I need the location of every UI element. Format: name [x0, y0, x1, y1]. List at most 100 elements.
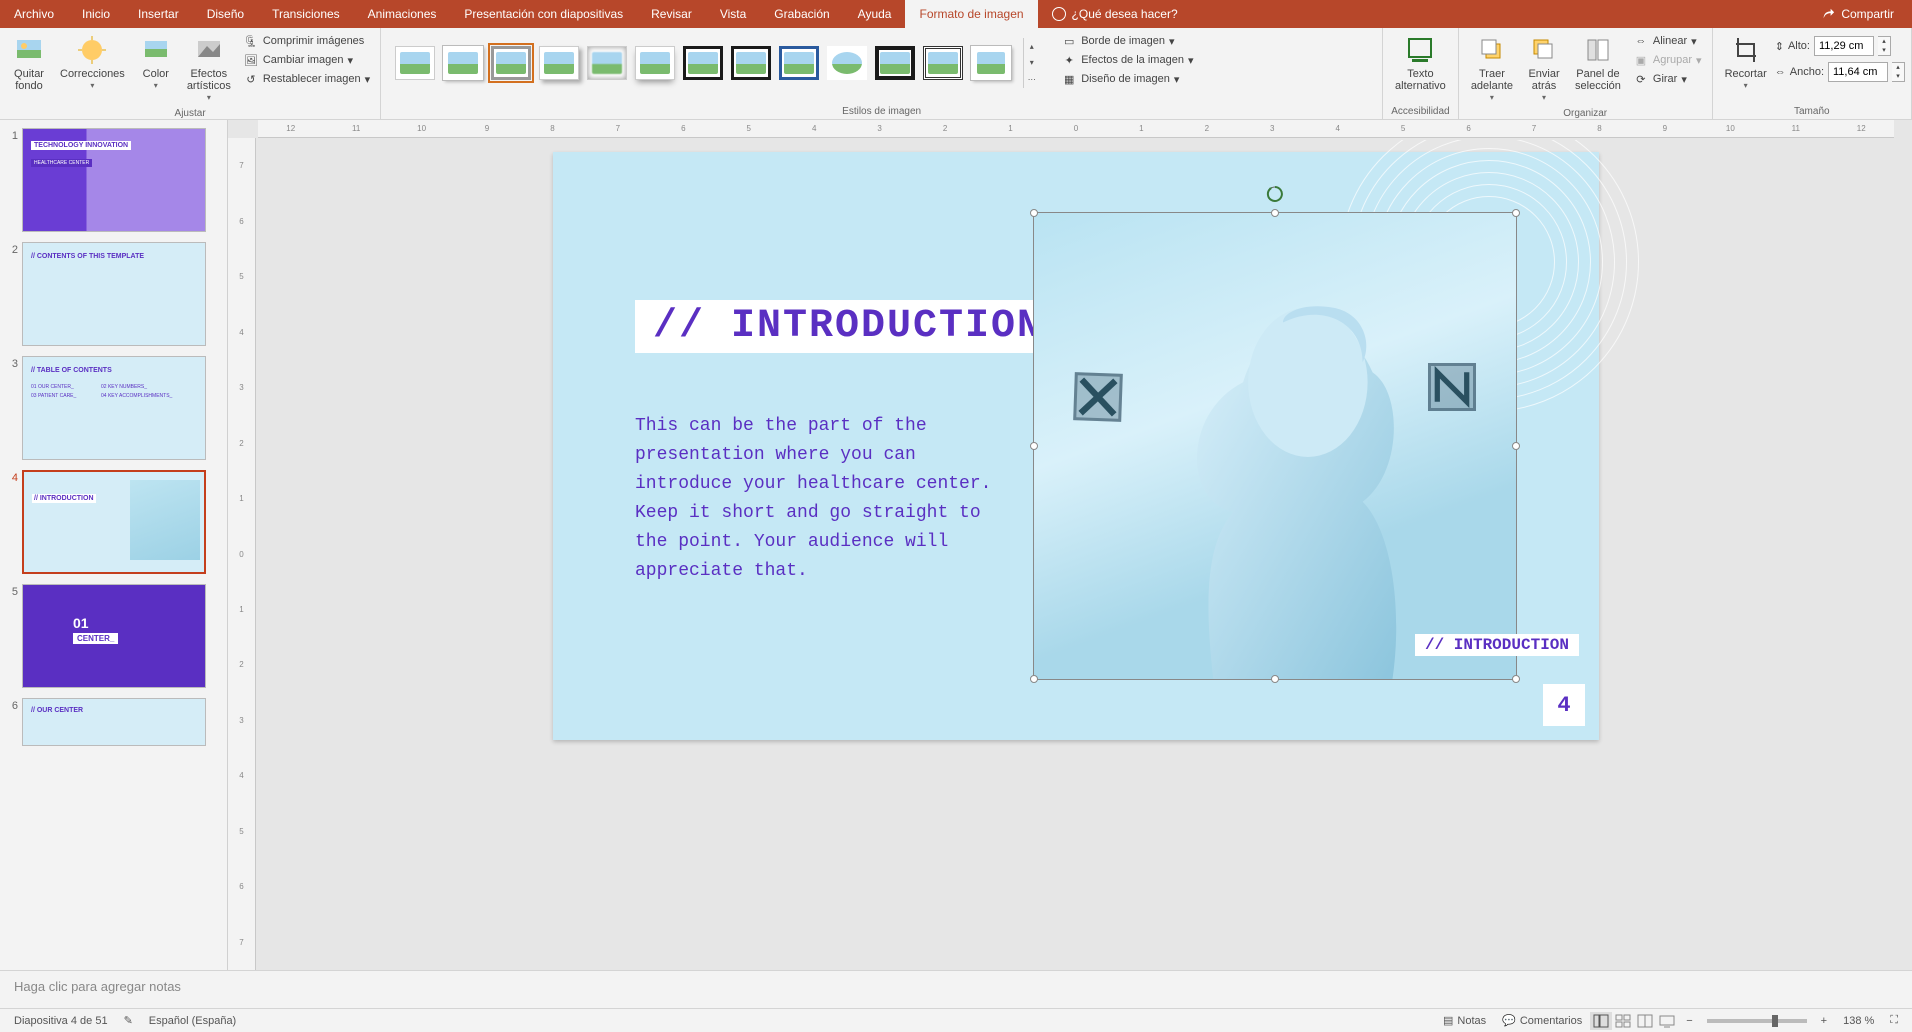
view-sorter[interactable]	[1612, 1012, 1634, 1030]
fit-to-window[interactable]: ⛶	[1882, 1014, 1906, 1027]
tab-transitions[interactable]: Transiciones	[258, 0, 354, 28]
crop-button[interactable]: Recortar▾	[1719, 32, 1773, 94]
slide-thumb-5[interactable]: 5 01 CENTER_	[4, 584, 223, 688]
handle-s[interactable]	[1271, 675, 1279, 683]
notes-toggle[interactable]: ▤Notas	[1435, 1014, 1494, 1027]
slide-thumb-4[interactable]: 4 // INTRODUCTION	[4, 470, 223, 574]
style-thumb-2[interactable]	[443, 46, 483, 80]
handle-n[interactable]	[1271, 209, 1279, 217]
slide-title[interactable]: // INTRODUCTION	[635, 300, 1061, 353]
slide-body-text[interactable]: This can be the part of the presentation…	[635, 412, 1015, 586]
bring-forward-button[interactable]: Traeradelante▾	[1465, 32, 1519, 106]
effects-icon: ✦	[1061, 52, 1077, 68]
height-spin-up[interactable]: ▴	[1878, 37, 1890, 46]
alt-text-button[interactable]: Texto alternativo	[1389, 32, 1452, 94]
handle-e[interactable]	[1512, 442, 1520, 450]
workspace: 1 TECHNOLOGY INNOVATION HEALTHCARE CENTE…	[0, 120, 1912, 970]
tab-animations[interactable]: Animaciones	[354, 0, 451, 28]
align-button[interactable]: ⇔Alinear▾	[1629, 32, 1706, 50]
picture-effects-button[interactable]: ✦Efectos de la imagen▾	[1057, 51, 1197, 69]
artistic-effects-button[interactable]: Efectos artísticos▾	[181, 32, 237, 106]
width-input[interactable]	[1828, 62, 1888, 82]
tab-recording[interactable]: Grabación	[760, 0, 843, 28]
style-thumb-5[interactable]	[587, 46, 627, 80]
view-reading[interactable]	[1634, 1012, 1656, 1030]
tab-insert[interactable]: Insertar	[124, 0, 193, 28]
zoom-slider[interactable]	[1707, 1019, 1807, 1023]
handle-w[interactable]	[1030, 442, 1038, 450]
picture-border-button[interactable]: ▭Borde de imagen▾	[1057, 32, 1197, 50]
zoom-value[interactable]: 138 %	[1835, 1015, 1882, 1027]
share-icon	[1821, 7, 1835, 21]
width-spin-down[interactable]: ▾	[1892, 72, 1904, 81]
notes-pane[interactable]: Haga clic para agregar notas	[0, 970, 1912, 1008]
style-thumb-7[interactable]	[683, 46, 723, 80]
zoom-out[interactable]: −	[1678, 1015, 1700, 1027]
width-spin-up[interactable]: ▴	[1892, 63, 1904, 72]
handle-sw[interactable]	[1030, 675, 1038, 683]
handle-ne[interactable]	[1512, 209, 1520, 217]
send-backward-icon	[1528, 34, 1560, 66]
tab-picture-format[interactable]: Formato de imagen	[905, 0, 1037, 28]
tab-view[interactable]: Vista	[706, 0, 760, 28]
remove-background-button[interactable]: Quitar fondo	[6, 32, 52, 94]
tab-help[interactable]: Ayuda	[844, 0, 906, 28]
style-thumb-8[interactable]	[731, 46, 771, 80]
color-button[interactable]: Color▾	[133, 32, 179, 94]
compress-images-button[interactable]: 🗜Comprimir imágenes	[239, 32, 374, 50]
style-thumb-12[interactable]	[923, 46, 963, 80]
group-objects-button[interactable]: ▣Agrupar▾	[1629, 51, 1706, 69]
tab-file[interactable]: Archivo	[0, 0, 68, 28]
reset-image-button[interactable]: ↺Restablecer imagen▾	[239, 70, 374, 88]
view-normal[interactable]	[1590, 1012, 1612, 1030]
slide-thumb-3[interactable]: 3 // TABLE OF CONTENTS 01 OUR CENTER_ 03…	[4, 356, 223, 460]
height-input[interactable]	[1814, 36, 1874, 56]
zoom-knob[interactable]	[1772, 1015, 1778, 1027]
send-backward-button[interactable]: Enviaratrás▾	[1521, 32, 1567, 106]
slide-thumb-6[interactable]: 6 // OUR CENTER	[4, 698, 223, 746]
slide-thumbnails-panel[interactable]: 1 TECHNOLOGY INNOVATION HEALTHCARE CENTE…	[0, 120, 228, 970]
style-thumb-9[interactable]	[779, 46, 819, 80]
selection-pane-button[interactable]: Panel deselección	[1569, 32, 1627, 94]
change-image-button[interactable]: 🖼Cambiar imagen▾	[239, 51, 374, 69]
reset-icon: ↺	[243, 71, 259, 87]
selected-image[interactable]	[1033, 212, 1517, 680]
tab-slideshow[interactable]: Presentación con diapositivas	[450, 0, 637, 28]
style-thumb-11[interactable]	[875, 46, 915, 80]
tab-design[interactable]: Diseño	[193, 0, 258, 28]
style-thumb-10[interactable]	[827, 46, 867, 80]
view-slideshow[interactable]	[1656, 1012, 1678, 1030]
gallery-row-down[interactable]: ▾	[1027, 58, 1037, 68]
zoom-in[interactable]: +	[1813, 1015, 1835, 1027]
rotate-button[interactable]: ⟳Girar▾	[1629, 70, 1706, 88]
slide-sub-label[interactable]: // INTRODUCTION	[1415, 634, 1579, 656]
rotate-handle[interactable]	[1266, 185, 1284, 203]
group-size: Recortar▾ ⇕ Alto: ▴▾ ⇔ Ancho: ▴▾ Tamaño	[1713, 28, 1912, 119]
picture-layout-button[interactable]: ▦Diseño de imagen▾	[1057, 70, 1197, 88]
style-thumb-6[interactable]	[635, 46, 675, 80]
tab-review[interactable]: Revisar	[637, 0, 706, 28]
style-thumb-1[interactable]	[395, 46, 435, 80]
slide-counter[interactable]: Diapositiva 4 de 51	[6, 1015, 116, 1027]
gallery-more: ▴ ▾ ⋯	[1023, 38, 1039, 88]
gallery-expand[interactable]: ⋯	[1027, 75, 1037, 85]
share-button[interactable]: Compartir	[1803, 7, 1912, 21]
tell-me-search[interactable]: ¿Qué desea hacer?	[1038, 7, 1192, 21]
canvas[interactable]: // INTRODUCTION This can be the part of …	[258, 140, 1894, 970]
language-status[interactable]: Español (España)	[141, 1015, 244, 1027]
slide-thumb-2[interactable]: 2 // CONTENTS OF THIS TEMPLATE	[4, 242, 223, 346]
slide-thumb-1[interactable]: 1 TECHNOLOGY INNOVATION HEALTHCARE CENTE…	[4, 128, 223, 232]
slide-canvas[interactable]: // INTRODUCTION This can be the part of …	[553, 152, 1599, 740]
spellcheck-icon[interactable]: ✎	[116, 1014, 141, 1027]
style-thumb-13[interactable]	[971, 46, 1011, 80]
style-thumb-4[interactable]	[539, 46, 579, 80]
gallery-row-up[interactable]: ▴	[1027, 41, 1037, 51]
comments-toggle[interactable]: 💬Comentarios	[1494, 1014, 1590, 1027]
height-spin-down[interactable]: ▾	[1878, 46, 1890, 55]
style-thumb-3[interactable]	[491, 46, 531, 80]
handle-se[interactable]	[1512, 675, 1520, 683]
comments-icon: 💬	[1502, 1014, 1516, 1027]
corrections-button[interactable]: Correcciones▾	[54, 32, 131, 94]
tab-home[interactable]: Inicio	[68, 0, 124, 28]
handle-nw[interactable]	[1030, 209, 1038, 217]
